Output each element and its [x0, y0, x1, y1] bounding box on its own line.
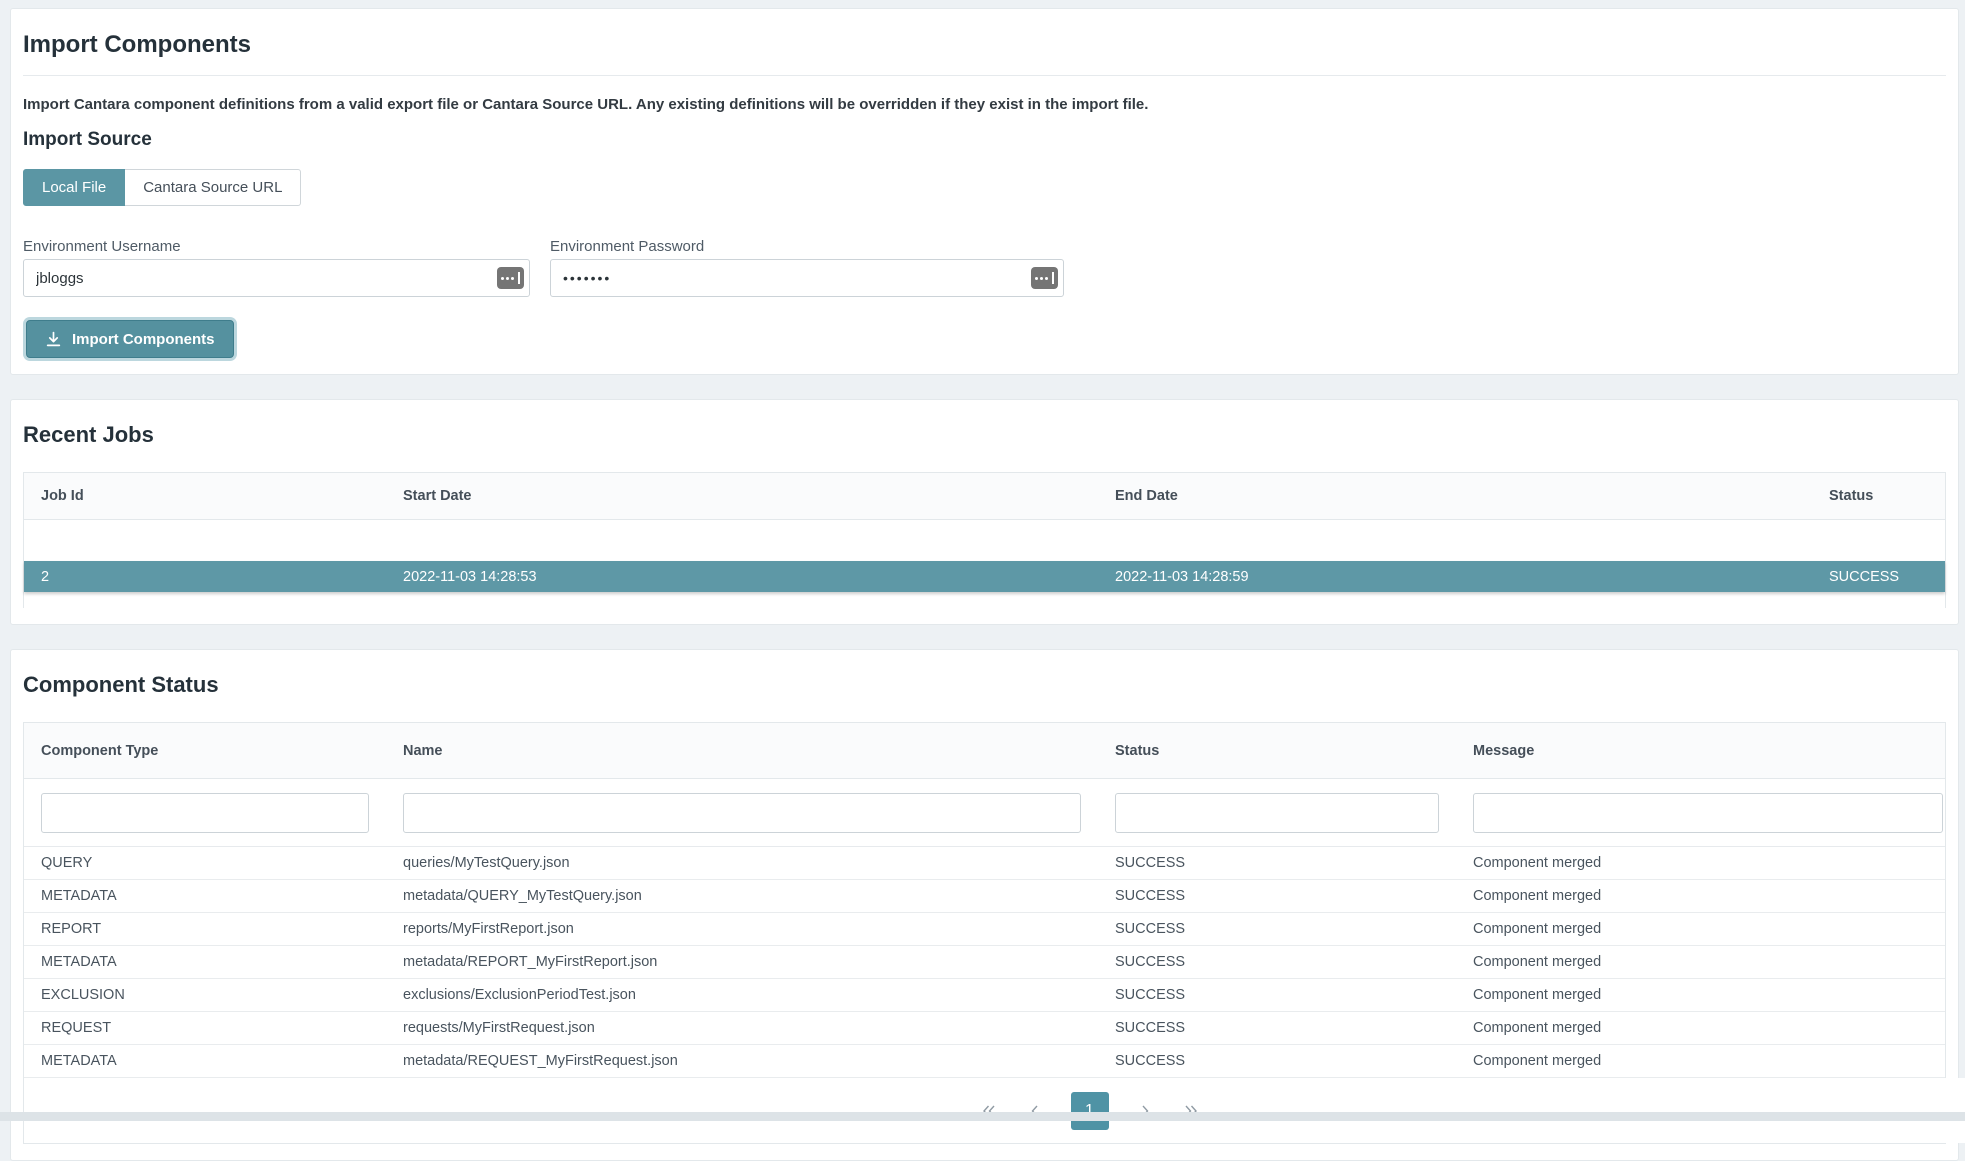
import-components-page: Import Components Import Cantara compone…: [0, 0, 1965, 1161]
component-type-cell: METADATA: [24, 880, 386, 912]
component-status-cell: SUCCESS: [1098, 979, 1456, 1011]
component-name-cell: metadata/REQUEST_MyFirstRequest.json: [386, 1045, 1098, 1077]
component-name-cell: exclusions/ExclusionPeriodTest.json: [386, 979, 1098, 1011]
pagination: 1: [129, 1078, 1965, 1143]
input-helper-icon[interactable]: [497, 267, 524, 289]
component-name-cell: reports/MyFirstReport.json: [386, 913, 1098, 945]
import-components-button[interactable]: Import Components: [26, 320, 234, 358]
job-end-date-cell: 2022-11-03 14:28:59: [1098, 561, 1812, 592]
page-title: Import Components: [23, 31, 1946, 59]
component-type-cell: QUERY: [24, 847, 386, 879]
input-helper-icon[interactable]: [1031, 267, 1058, 289]
recent-jobs-card: Recent Jobs Job Id Start Date End Date S…: [10, 399, 1959, 625]
jobs-col-status: Status: [1812, 473, 1945, 519]
component-message-cell: Component merged: [1456, 913, 1945, 945]
component-row: METADATA metadata/REPORT_MyFirstReport.j…: [24, 946, 1945, 979]
job-start-date-cell: 2022-11-03 14:28:53: [386, 561, 1098, 592]
component-type-cell: EXCLUSION: [24, 979, 386, 1011]
component-status-heading: Component Status: [23, 672, 1946, 698]
jobs-col-start-date: Start Date: [386, 473, 1098, 519]
component-type-cell: REPORT: [24, 913, 386, 945]
jobs-table-header: Job Id Start Date End Date Status: [24, 473, 1945, 520]
comp-col-status: Status: [1098, 723, 1456, 778]
component-type-cell: METADATA: [24, 946, 386, 978]
current-page-button[interactable]: 1: [1071, 1092, 1109, 1130]
component-message-cell: Component merged: [1456, 1045, 1945, 1077]
component-type-cell: METADATA: [24, 1045, 386, 1077]
filter-status-input[interactable]: [1115, 793, 1439, 833]
component-message-cell: Component merged: [1456, 946, 1945, 978]
filter-component-type-input[interactable]: [41, 793, 369, 833]
job-status-cell: SUCCESS: [1812, 561, 1945, 592]
components-table-header: Component Type Name Status Message: [24, 723, 1945, 779]
toggle-cantara-source-url[interactable]: Cantara Source URL: [125, 169, 301, 206]
component-name-cell: metadata/REPORT_MyFirstReport.json: [386, 946, 1098, 978]
component-status-cell: SUCCESS: [1098, 1045, 1456, 1077]
toggle-local-file[interactable]: Local File: [23, 169, 125, 206]
component-row: QUERY queries/MyTestQuery.json SUCCESS C…: [24, 847, 1945, 880]
component-type-cell: REQUEST: [24, 1012, 386, 1044]
comp-col-message: Message: [1456, 723, 1945, 778]
component-row: REPORT reports/MyFirstReport.json SUCCES…: [24, 913, 1945, 946]
download-icon: [45, 331, 62, 348]
component-status-table: Component Type Name Status Message QUERY…: [23, 722, 1946, 1144]
component-status-cell: SUCCESS: [1098, 880, 1456, 912]
component-name-cell: requests/MyFirstRequest.json: [386, 1012, 1098, 1044]
job-row-selected[interactable]: 2 2022-11-03 14:28:53 2022-11-03 14:28:5…: [24, 561, 1945, 592]
recent-jobs-table: Job Id Start Date End Date Status 2 2022…: [23, 472, 1946, 608]
components-filter-row: [24, 779, 1945, 847]
bottom-edge-strip: [0, 1112, 1965, 1121]
component-name-cell: queries/MyTestQuery.json: [386, 847, 1098, 879]
component-row: EXCLUSION exclusions/ExclusionPeriodTest…: [24, 979, 1945, 1012]
component-status-cell: SUCCESS: [1098, 1012, 1456, 1044]
jobs-col-end-date: End Date: [1098, 473, 1812, 519]
component-status-cell: SUCCESS: [1098, 946, 1456, 978]
username-field-group: Environment Username: [23, 238, 530, 297]
component-status-card: Component Status Component Type Name Sta…: [10, 649, 1959, 1161]
job-id-cell: 2: [24, 561, 386, 592]
recent-jobs-heading: Recent Jobs: [23, 422, 1946, 448]
jobs-table-bottom-pad: [24, 592, 1945, 608]
filter-name-input[interactable]: [403, 793, 1081, 833]
jobs-col-job-id: Job Id: [24, 473, 386, 519]
password-label: Environment Password: [550, 238, 1064, 255]
comp-col-component-type: Component Type: [24, 723, 386, 778]
title-divider: [23, 75, 1946, 76]
component-message-cell: Component merged: [1456, 880, 1945, 912]
import-components-card: Import Components Import Cantara compone…: [10, 8, 1959, 375]
component-status-cell: SUCCESS: [1098, 913, 1456, 945]
import-source-heading: Import Source: [23, 129, 1946, 151]
component-message-cell: Component merged: [1456, 1012, 1945, 1044]
component-row: METADATA metadata/REQUEST_MyFirstRequest…: [24, 1045, 1945, 1078]
filter-message-input[interactable]: [1473, 793, 1943, 833]
password-field-group: Environment Password: [550, 238, 1064, 297]
credentials-form: Environment Username Environment Passwor…: [23, 238, 1946, 297]
comp-col-name: Name: [386, 723, 1098, 778]
jobs-table-spacer: [24, 520, 1945, 561]
component-row: METADATA metadata/QUERY_MyTestQuery.json…: [24, 880, 1945, 913]
component-status-cell: SUCCESS: [1098, 847, 1456, 879]
import-source-toggle: Local File Cantara Source URL: [23, 169, 301, 206]
page-description: Import Cantara component definitions fro…: [23, 96, 1946, 113]
username-input[interactable]: [23, 259, 530, 297]
import-button-label: Import Components: [72, 331, 215, 348]
username-label: Environment Username: [23, 238, 530, 255]
component-message-cell: Component merged: [1456, 847, 1945, 879]
component-name-cell: metadata/QUERY_MyTestQuery.json: [386, 880, 1098, 912]
password-input[interactable]: [550, 259, 1064, 297]
component-row: REQUEST requests/MyFirstRequest.json SUC…: [24, 1012, 1945, 1045]
component-message-cell: Component merged: [1456, 979, 1945, 1011]
